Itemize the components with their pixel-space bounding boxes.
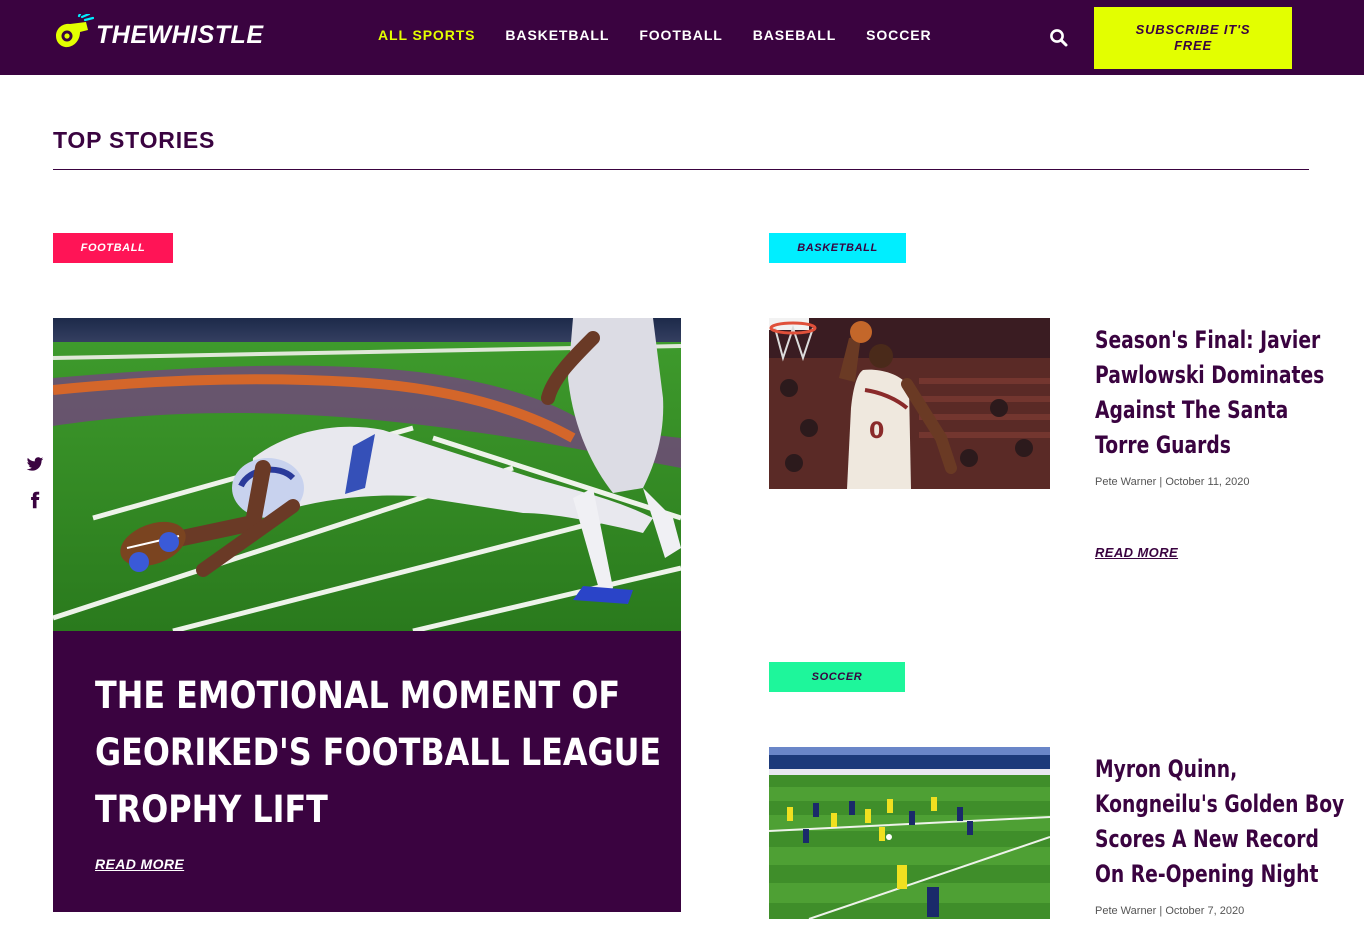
basketball-read-more-link[interactable]: READ MORE: [1095, 545, 1178, 560]
search-icon[interactable]: [1048, 27, 1070, 49]
section-divider: [53, 169, 1309, 170]
section-title: TOP STORIES: [53, 127, 216, 153]
featured-read-more-link[interactable]: READ MORE: [95, 856, 184, 872]
story-author[interactable]: Pete Warner: [1095, 905, 1156, 917]
basketball-story-title[interactable]: Season's Final: Javier Pawlowski Dominat…: [1095, 323, 1325, 463]
main-nav: ALL SPORTS BASKETBALL FOOTBALL BASEBALL …: [378, 27, 931, 43]
nav-item-all-sports[interactable]: ALL SPORTS: [378, 27, 475, 43]
nav-item-football[interactable]: FOOTBALL: [639, 27, 722, 43]
category-tag-football[interactable]: FOOTBALL: [53, 233, 173, 263]
story-title-line: On Re-Opening Night: [1095, 860, 1319, 888]
nav-item-baseball[interactable]: BASEBALL: [753, 27, 836, 43]
story-author[interactable]: Pete Warner: [1095, 476, 1156, 488]
subscribe-button[interactable]: SUBSCRIBE IT'S FREE: [1094, 7, 1292, 69]
soccer-story-image[interactable]: [769, 747, 1050, 919]
svg-text:0: 0: [869, 419, 884, 444]
featured-title-line: THE EMOTIONAL MOMENT OF: [95, 674, 621, 717]
story-date: October 7, 2020: [1165, 905, 1245, 917]
meta-separator: |: [1159, 905, 1163, 917]
story-meta: Pete Warner | October 7, 2020: [1095, 905, 1244, 917]
meta-separator: |: [1159, 476, 1163, 488]
category-tag-soccer[interactable]: SOCCER: [769, 662, 905, 692]
site-header: THEWHISTLE ALL SPORTS BASKETBALL FOOTBAL…: [0, 0, 1364, 75]
featured-title-line: TROPHY LIFT: [95, 788, 328, 831]
soccer-story-title[interactable]: Myron Quinn, Kongneilu's Golden Boy Scor…: [1095, 752, 1345, 892]
facebook-icon[interactable]: [26, 491, 44, 509]
featured-story-image[interactable]: [53, 318, 681, 631]
story-title-line: Pawlowski Dominates: [1095, 361, 1325, 389]
featured-story-title[interactable]: THE EMOTIONAL MOMENT OF GEORIKED'S FOOTB…: [95, 667, 662, 838]
nav-item-soccer[interactable]: SOCCER: [866, 27, 931, 43]
site-logo-text: THEWHISTLE: [96, 20, 264, 49]
story-title-line: Against The Santa: [1095, 396, 1289, 424]
story-title-line: Myron Quinn,: [1095, 755, 1238, 783]
story-title-line: Scores A New Record: [1095, 825, 1319, 853]
whistle-logo-icon: [52, 14, 94, 56]
twitter-icon[interactable]: [26, 455, 44, 473]
story-date: October 11, 2020: [1165, 476, 1250, 488]
story-title-line: Kongneilu's Golden Boy: [1095, 790, 1345, 818]
site-logo[interactable]: THEWHISTLE: [52, 12, 272, 58]
featured-story-card: THE EMOTIONAL MOMENT OF GEORIKED'S FOOTB…: [53, 631, 681, 912]
story-title-line: Season's Final: Javier: [1095, 326, 1321, 354]
story-meta: Pete Warner | October 11, 2020: [1095, 476, 1250, 488]
nav-item-basketball[interactable]: BASKETBALL: [505, 27, 609, 43]
featured-title-line: GEORIKED'S FOOTBALL LEAGUE: [95, 731, 662, 774]
category-tag-basketball[interactable]: BASKETBALL: [769, 233, 906, 263]
basketball-story-image[interactable]: 0: [769, 318, 1050, 489]
story-title-line: Torre Guards: [1095, 431, 1231, 459]
